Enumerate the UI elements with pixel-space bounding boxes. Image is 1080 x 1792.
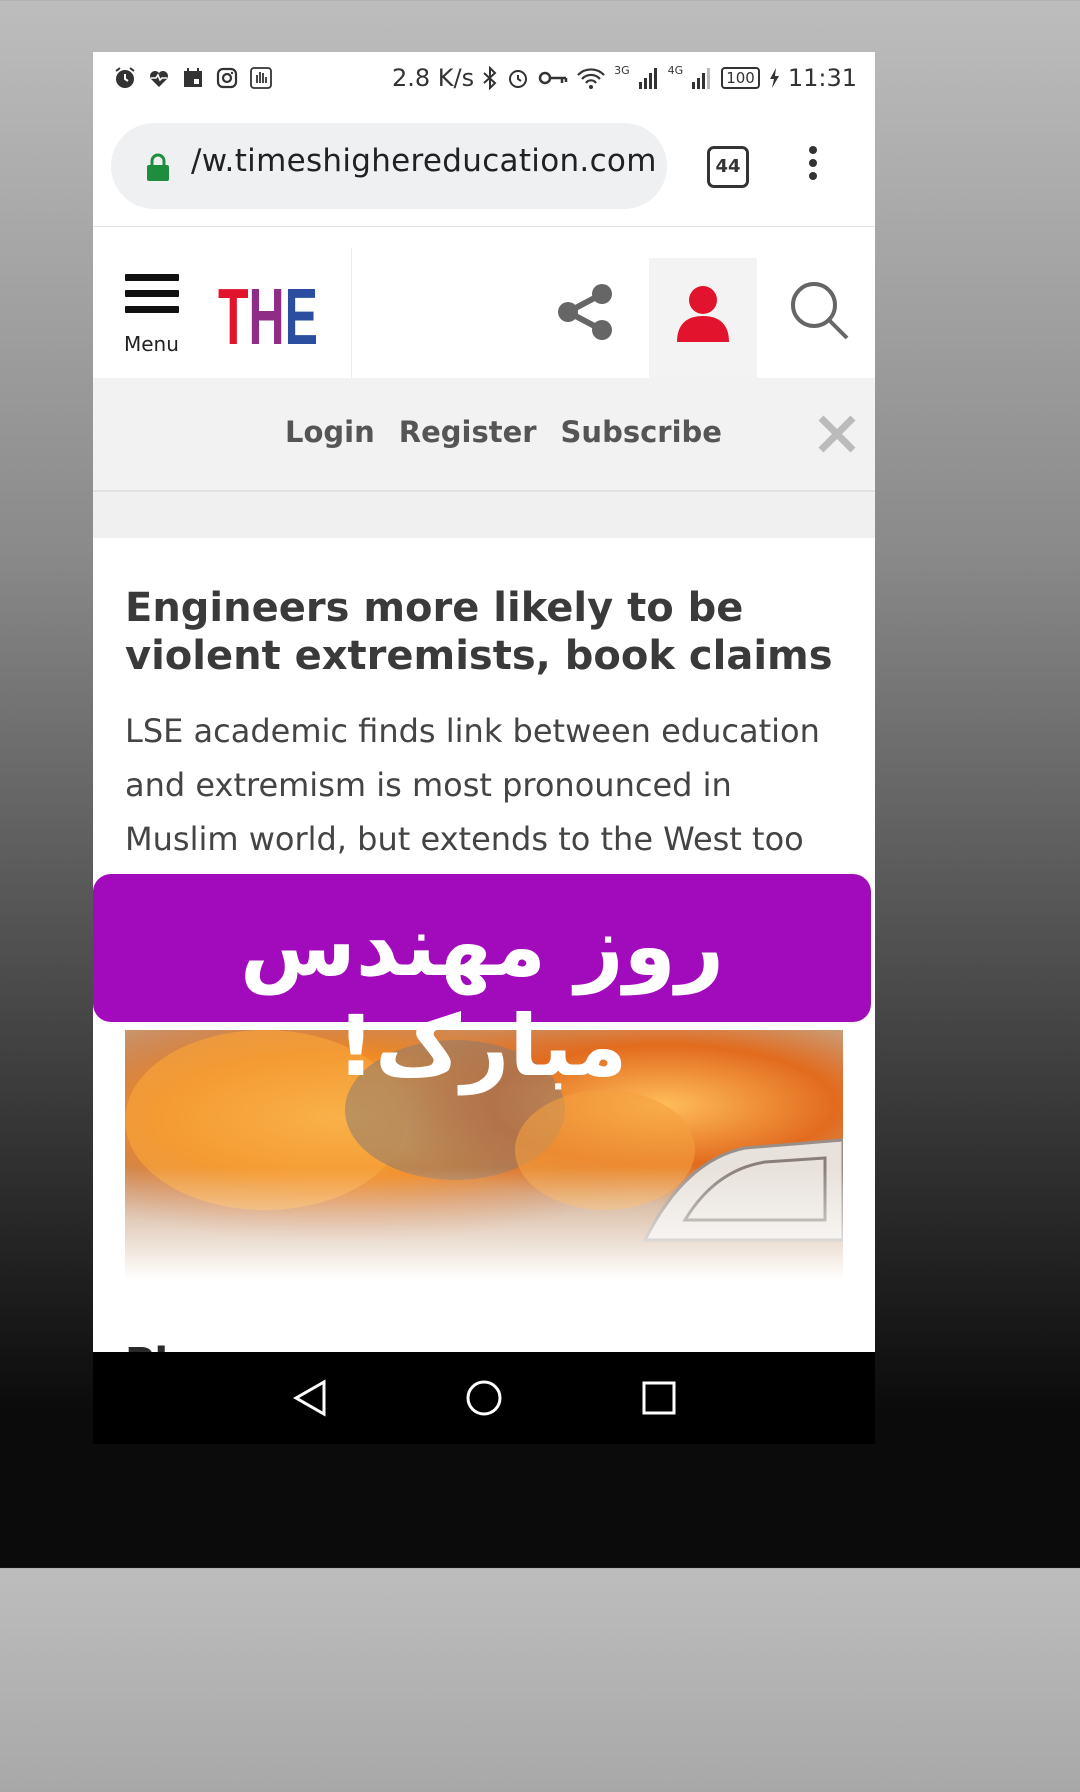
alarm-icon — [115, 67, 135, 88]
recents-icon[interactable] — [640, 1378, 678, 1418]
menu-label: Menu — [124, 332, 179, 356]
overlay-banner: روز مهندس مبارک! — [93, 874, 871, 1095]
address-bar[interactable]: /w.timeshighereducation.com — [111, 123, 667, 209]
tab-switcher-button[interactable]: 44 — [707, 146, 749, 188]
site-header: Menu THE — [93, 248, 875, 378]
bluetooth-icon — [483, 66, 497, 90]
login-bar: Login Register Subscribe — [93, 378, 875, 492]
home-icon[interactable] — [465, 1378, 503, 1418]
clock: 11:31 — [787, 64, 857, 92]
svg-text:THE: THE — [218, 272, 318, 352]
signal-bars-icon — [692, 68, 711, 89]
more-options-icon[interactable] — [803, 146, 823, 186]
vpn-key-icon — [538, 71, 568, 85]
menu-button[interactable]: Menu — [124, 274, 185, 356]
search-icon[interactable] — [789, 280, 851, 342]
url-text: /w.timeshighereducation.com — [191, 143, 657, 179]
article-headline[interactable]: Engineers more likely to be violent extr… — [125, 584, 845, 680]
register-link[interactable]: Register — [399, 415, 537, 449]
charging-icon — [769, 68, 779, 88]
banner-text: روز مهندس مبارک! — [239, 897, 725, 1095]
lock-icon — [147, 153, 169, 181]
system-navigation-bar — [93, 1352, 875, 1444]
close-icon[interactable] — [817, 414, 857, 454]
net-speed: 2.8 K/s — [392, 64, 475, 92]
account-button[interactable] — [649, 258, 757, 378]
alarm-clock-icon — [509, 70, 528, 88]
signal-3g-label: 3G — [614, 63, 630, 77]
battery-level: 100 — [721, 67, 760, 89]
calendar-icon — [184, 68, 202, 87]
hand-icon — [250, 67, 272, 89]
user-icon — [677, 286, 729, 342]
instagram-icon — [216, 67, 238, 89]
the-logo[interactable]: THE — [218, 268, 318, 352]
header-divider — [351, 248, 352, 378]
share-icon[interactable] — [555, 282, 615, 342]
signal-bars-icon — [638, 68, 657, 89]
ad-spacer — [93, 492, 875, 538]
back-icon[interactable] — [291, 1378, 329, 1418]
wifi-icon — [577, 68, 605, 89]
login-link[interactable]: Login — [285, 415, 375, 449]
phone-screen: 2.8 K/s 3G 4G 100 11:31 /w.timeshighered… — [93, 52, 875, 1444]
subscribe-link[interactable]: Subscribe — [561, 415, 722, 449]
signal-4g-label: 4G — [667, 63, 684, 77]
article-standfirst: LSE academic finds link between educatio… — [125, 712, 820, 858]
browser-toolbar: /w.timeshighereducation.com 44 — [93, 108, 875, 227]
status-bar: 2.8 K/s 3G 4G 100 11:31 — [93, 52, 875, 108]
heart-pulse-icon — [150, 71, 168, 87]
